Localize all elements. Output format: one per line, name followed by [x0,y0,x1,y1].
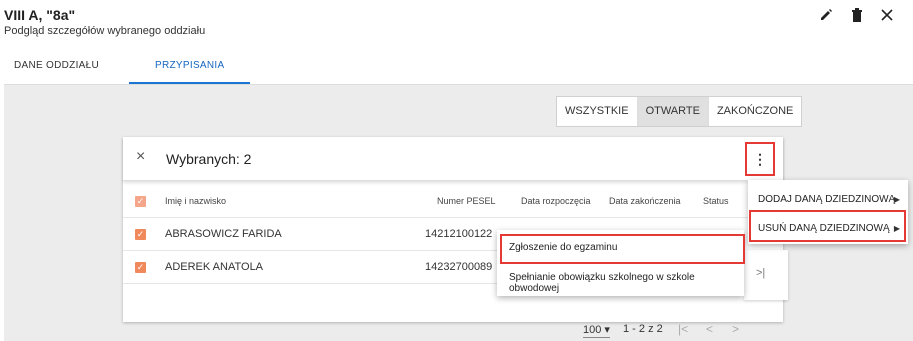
highlight-remove-domain-data [749,210,906,242]
column-header-status[interactable]: Status [703,196,729,206]
column-header-name[interactable]: Imię i nazwisko [165,196,226,206]
tab-przypisania[interactable]: PRZYPISANIA [129,50,251,84]
next-page-button[interactable]: > [732,322,739,336]
tab-dane-oddzialu[interactable]: DANE ODDZIAŁU [0,50,113,84]
page-title: VIII A, "8a" [4,7,76,23]
column-header-pesel[interactable]: Numer PESEL [437,196,496,206]
more-vert-icon: ⋮ [753,150,767,167]
page-size-select[interactable]: 100 ▾ [583,323,610,338]
row-checkbox[interactable]: ✓ [135,262,146,273]
selection-count: Wybranych: 2 [166,151,252,167]
menu-item-add-domain-data[interactable]: DODAJ DANĄ DZIEDZINOWĄ [758,194,895,205]
submenu-arrow-icon: ▶ [893,195,900,204]
last-page-button[interactable]: >| [756,267,765,279]
status-filter-group: WSZYSTKIE OTWARTE ZAKOŃCZONE [556,96,803,127]
filter-otwarte-button[interactable]: OTWARTE [637,97,709,126]
column-header-end-date[interactable]: Data zakończenia [609,196,681,206]
header-actions [819,8,893,22]
more-actions-button[interactable]: ⋮ [745,142,775,176]
first-page-button[interactable]: |< [678,322,688,336]
student-name: ABRASOWICZ FARIDA [165,228,282,240]
select-all-checkbox[interactable]: ✓ [135,196,146,207]
page-range: 1 - 2 z 2 [623,323,663,335]
row-divider [123,217,783,218]
tab-bar: DANE ODDZIAŁU PRZYPISANIA [0,50,251,84]
last-page-panel: >| [744,250,788,300]
pencil-icon[interactable] [819,8,833,22]
clear-selection-icon[interactable]: × [136,148,145,166]
submenu-item-school-obligation[interactable]: Spełnianie obowiązku szkolnego w szkole … [509,272,744,294]
highlight-exam-registration [500,234,745,264]
filter-wszystkie-button[interactable]: WSZYSTKIE [557,97,638,126]
page-subtitle: Podgląd szczegółów wybranego oddziału [4,25,206,37]
student-pesel: 14212100122 [425,228,493,240]
student-name: ADEREK ANATOLA [165,261,264,273]
close-icon[interactable] [881,9,893,21]
row-checkbox[interactable]: ✓ [135,229,146,240]
page-header: VIII A, "8a" Podgląd szczegółów wybraneg… [0,0,913,90]
student-pesel: 14232700089 [425,261,493,273]
filter-zakonczone-button[interactable]: ZAKOŃCZONE [709,97,801,126]
selection-toolbar: × Wybranych: 2 ⋮ [123,137,783,181]
previous-page-button[interactable]: < [706,322,713,336]
trash-icon[interactable] [851,8,863,22]
column-header-start-date[interactable]: Data rozpoczęcia [521,196,591,206]
